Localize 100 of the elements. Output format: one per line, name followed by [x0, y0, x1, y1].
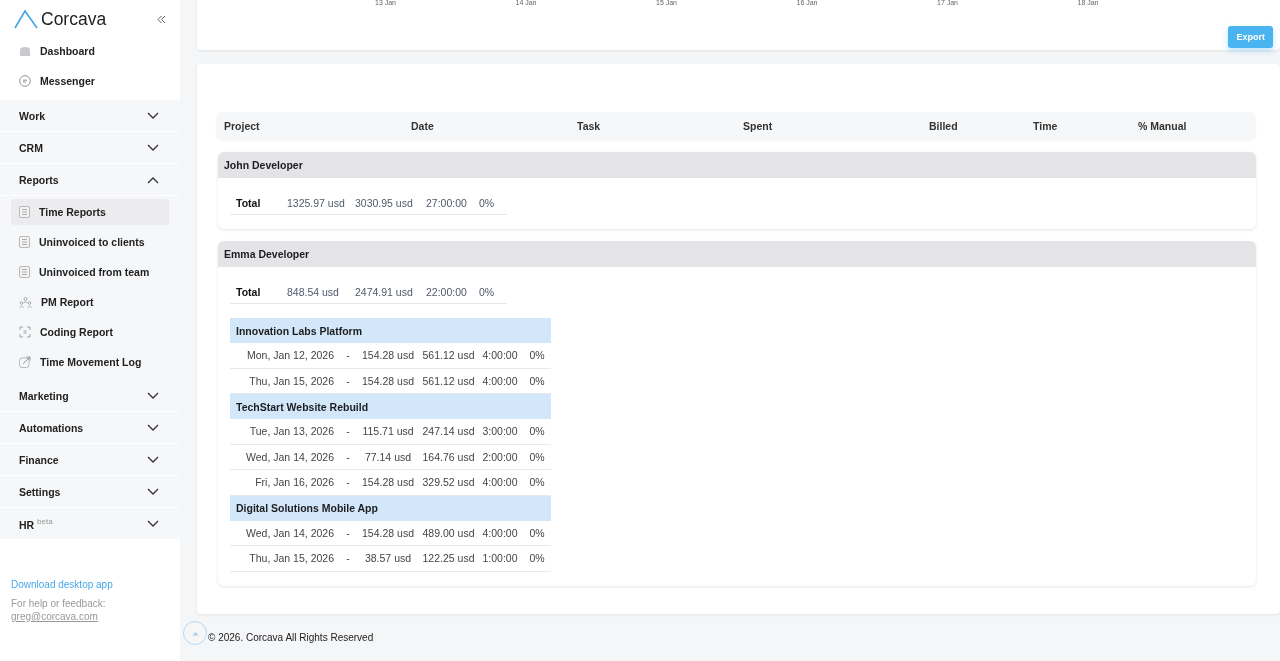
table-cell-text: 154.28 usd	[361, 349, 415, 362]
table-cell-text: 247.14 usd	[421, 425, 476, 438]
list-icon	[19, 206, 30, 218]
table-cell-text: Wed, Jan 14, 2026	[245, 450, 335, 463]
table-cell-text: -	[345, 425, 351, 438]
column-header: Spent	[743, 120, 774, 132]
section-label: Automations	[19, 421, 84, 434]
sidebar-section[interactable]: Settings	[0, 476, 180, 508]
section-label: Finance	[19, 453, 59, 466]
section-label: Marketing	[19, 389, 69, 402]
table-cell-text: 0%	[528, 425, 546, 438]
table-cell-text: -	[345, 450, 351, 463]
table-cell-text: 4:00:00	[481, 476, 519, 489]
table-cell-text: -	[345, 526, 351, 539]
group-name: Emma Developer	[224, 248, 310, 260]
total-cell-text: 1325.97 usd	[287, 197, 346, 209]
table-cell-text: -	[345, 374, 351, 387]
table-cell-text: 0%	[528, 450, 546, 463]
total-cell-text: 0%	[479, 197, 496, 209]
sidebar-item[interactable]: Uninvoiced to clients	[11, 229, 169, 255]
table-cell-text: Tue, Jan 13, 2026	[248, 425, 335, 438]
table-cell-text: 154.28 usd	[361, 374, 415, 387]
total-cell-text: 27:00:00	[426, 197, 468, 209]
help-text: For help or feedback:	[11, 598, 106, 609]
table-cell-text: 164.76 usd	[421, 450, 476, 463]
total-cell-text: 848.54 usd	[287, 286, 340, 298]
table-cell-text: 329.52 usd	[421, 476, 476, 489]
table-cell-text: 154.28 usd	[361, 476, 415, 489]
sidebar-item[interactable]: Dashboard	[11, 38, 169, 64]
table-cell-text: 77.14 usd	[363, 450, 413, 463]
table-cell-text: 0%	[528, 526, 546, 539]
arrow-up-icon	[191, 630, 199, 636]
table-cell-text: 154.28 usd	[361, 526, 415, 539]
chat-icon	[19, 75, 31, 87]
total-cell-text: 22:00:00	[426, 286, 468, 298]
table-cell-text: Thu, Jan 15, 2026	[248, 374, 335, 387]
sidebar-item[interactable]: Time Reports	[11, 199, 169, 225]
sidebar-section[interactable]: Work	[0, 100, 180, 132]
group-name: John Developer	[224, 159, 303, 171]
section-label: Settings	[19, 485, 61, 498]
table-cell-text: 1:00:00	[481, 552, 519, 565]
table-cell-text: 4:00:00	[481, 349, 519, 362]
sidebar-section[interactable]: CRM	[0, 132, 180, 164]
table-cell-text: 561.12 usd	[421, 374, 476, 387]
sidebar-item[interactable]: PM Report	[11, 289, 169, 315]
sidebar-item[interactable]: Time Movement Log	[11, 349, 169, 375]
column-header: % Manual	[1138, 120, 1188, 132]
brand-name: Corcava	[41, 8, 107, 30]
table-cell-text: Thu, Jan 15, 2026	[248, 552, 335, 565]
total-cell-text: 3030.95 usd	[355, 197, 414, 209]
section-label: Reports	[19, 173, 59, 186]
table-cell-text: 115.71 usd	[361, 425, 415, 438]
column-header: Date	[411, 120, 435, 132]
total-cell-text: 2474.91 usd	[355, 286, 414, 298]
column-header: Project	[224, 120, 261, 132]
table-cell-text: 561.12 usd	[421, 349, 476, 362]
table-cell-text: -	[345, 349, 351, 362]
sidebar-section[interactable]: HR $^{beta}$	[0, 508, 180, 540]
table-cell-text: 0%	[528, 374, 546, 387]
table-cell-text: 4:00:00	[481, 374, 519, 387]
table-cell-text: 122.25 usd	[421, 552, 476, 565]
movement-icon	[19, 356, 31, 368]
table-cell-text: -	[345, 476, 351, 489]
project-name: Digital Solutions Mobile App	[236, 502, 378, 514]
project-name: TechStart Website Rebuild	[236, 400, 369, 413]
column-header: Task	[577, 120, 602, 132]
sidebar-item[interactable]: Uninvoiced from team	[11, 259, 169, 285]
table-cell-text: 4:00:00	[481, 526, 519, 539]
sidebar-section[interactable]: Marketing	[0, 380, 180, 412]
sidebar-section[interactable]: Automations	[0, 412, 180, 444]
collapse-icon[interactable]	[157, 14, 166, 24]
sidebar-item[interactable]: Coding Report	[11, 319, 169, 345]
footer-text: © 2026. Corcava All Rights Reserved	[208, 631, 374, 643]
sidebar-item[interactable]: Messenger	[11, 68, 169, 94]
table-cell-text: Mon, Jan 12, 2026	[246, 349, 335, 362]
table-cell-text: 2:00:00	[481, 450, 519, 463]
total-label: Total	[235, 197, 262, 209]
section-label: HR $^{beta}$	[19, 516, 53, 531]
code-icon	[19, 326, 31, 338]
total-cell-text: 0%	[479, 286, 496, 298]
table-cell-text: Wed, Jan 14, 2026	[245, 526, 335, 539]
section-label: Work	[19, 109, 46, 122]
section-label: CRM	[19, 141, 43, 154]
table-cell-text: 0%	[528, 349, 546, 362]
table-cell-text: 3:00:00	[481, 425, 519, 438]
dashboard-icon	[19, 45, 31, 57]
people-icon	[19, 296, 32, 308]
table-cell-text: 0%	[528, 552, 546, 565]
table-cell-text: 489.00 usd	[421, 526, 476, 539]
table-cell-text: 38.57 usd	[363, 552, 413, 565]
column-header: Billed	[929, 120, 959, 132]
list-icon	[19, 266, 30, 278]
project-name: Innovation Labs Platform	[236, 324, 362, 337]
sidebar-section[interactable]: Finance	[0, 444, 180, 476]
table-cell-text: 0%	[528, 476, 546, 489]
total-label: Total	[235, 286, 262, 298]
sidebar-section[interactable]: Reports	[0, 164, 180, 196]
table-cell-text: -	[345, 552, 351, 565]
logo-icon	[14, 9, 38, 29]
column-header: Time	[1033, 120, 1059, 132]
